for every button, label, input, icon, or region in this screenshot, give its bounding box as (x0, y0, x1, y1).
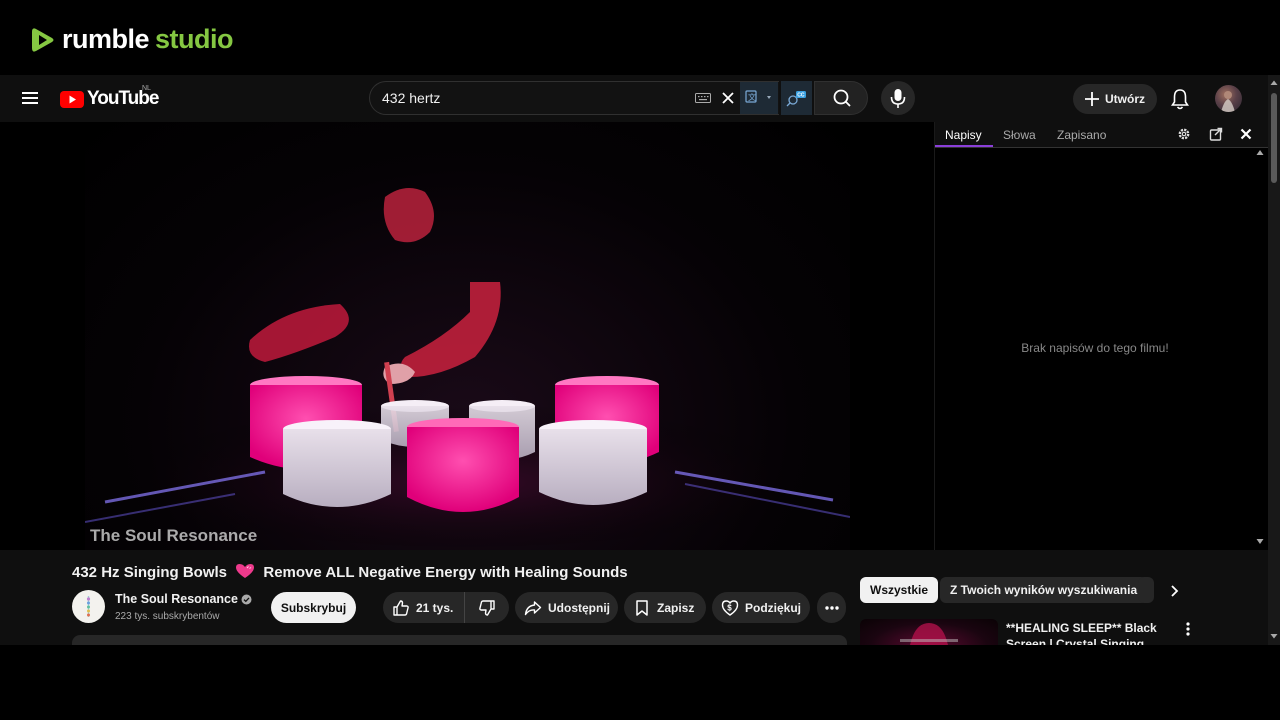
microphone-icon (890, 89, 906, 108)
captions-search-icon: CC (786, 91, 806, 107)
tab-slowa[interactable]: Słowa (1003, 128, 1036, 142)
recommendation-thumbnail[interactable] (860, 619, 998, 645)
scroll-thumb[interactable] (1271, 93, 1277, 183)
captions-panel: Napisy Słowa Zapisano Brak napisów do te… (934, 122, 1269, 550)
rumble-studio-logo[interactable]: rumble studio (30, 24, 234, 55)
plus-icon (1085, 92, 1099, 106)
captions-extension-button[interactable]: CC (781, 81, 812, 115)
pink-heart-icon (236, 564, 255, 578)
clear-search-icon[interactable] (720, 90, 736, 106)
like-button[interactable]: 21 tys. (383, 592, 465, 623)
export-icon[interactable] (1209, 127, 1223, 141)
subscribe-button[interactable]: Subskrybuj (271, 592, 356, 623)
svg-text:CC: CC (797, 93, 805, 99)
verified-badge-icon (241, 594, 252, 605)
bottom-letterbox (0, 645, 1280, 720)
channel-name[interactable]: The Soul Resonance (115, 592, 238, 606)
search-icon (833, 89, 851, 107)
save-label: Zapisz (657, 600, 695, 615)
channel-logo (72, 590, 105, 623)
more-vertical-icon[interactable] (1182, 621, 1194, 637)
video-title: 432 Hz Singing Bowls Remove ALL Negative… (72, 563, 628, 581)
search-input[interactable] (382, 90, 682, 106)
video-player[interactable]: The Soul Resonance (0, 122, 933, 550)
region-code: NL (142, 85, 151, 92)
subscriber-count: 223 tys. subskrybentów (115, 611, 220, 622)
rumble-word: rumble (62, 24, 150, 54)
heart-dollar-icon: $ (721, 599, 739, 616)
avatar-image (1221, 91, 1235, 112)
like-count: 21 tys. (416, 600, 454, 615)
create-label: Utwórz (1105, 92, 1145, 106)
notifications-bell-icon[interactable] (1170, 88, 1190, 110)
rumble-studio-bar: rumble studio (0, 0, 1280, 75)
video-watermark: The Soul Resonance (90, 526, 258, 545)
chip-from-your-search[interactable]: Z Twoich wyników wyszukiwania (940, 577, 1148, 603)
video-title-part1: 432 Hz Singing Bowls (72, 564, 228, 581)
more-horizontal-icon (824, 605, 839, 610)
thumbs-down-icon (478, 599, 495, 616)
tab-napisy[interactable]: Napisy (945, 128, 982, 142)
search-box: 文 (369, 81, 779, 115)
more-actions-button[interactable] (817, 592, 846, 623)
panel-scrollbar[interactable] (1254, 148, 1266, 546)
video-title-part2: Remove ALL Negative Energy with Healing … (263, 564, 628, 581)
chevron-right-icon[interactable] (1166, 583, 1182, 599)
keyboard-icon[interactable] (695, 93, 711, 103)
like-dislike-group: 21 tys. (383, 592, 509, 623)
scroll-down-arrow-icon[interactable] (1268, 630, 1280, 642)
captions-panel-tabs: Napisy Słowa Zapisano (935, 122, 1269, 148)
share-label: Udostępnij (548, 600, 610, 615)
search-button[interactable] (814, 81, 868, 115)
studio-word: studio (155, 24, 234, 54)
chip-next-partial[interactable] (1138, 577, 1154, 603)
video-frame (84, 122, 851, 550)
singing-bowls-scene (84, 188, 851, 547)
rumble-play-icon (32, 27, 54, 52)
user-avatar[interactable] (1215, 85, 1242, 112)
save-button[interactable]: Zapisz (624, 592, 706, 623)
thanks-button[interactable]: $ Podziękuj (712, 592, 810, 623)
translate-icon: 文 (745, 90, 771, 103)
share-arrow-icon (524, 600, 542, 615)
youtube-logo[interactable]: YouTube NL (60, 85, 159, 110)
close-panel-icon[interactable] (1239, 127, 1253, 141)
settings-gear-icon[interactable] (1177, 127, 1191, 141)
voice-search-button[interactable] (881, 81, 915, 115)
tab-zapisano[interactable]: Zapisano (1057, 128, 1106, 142)
chip-all[interactable]: Wszystkie (860, 577, 939, 603)
translate-extension-button[interactable]: 文 (740, 82, 778, 114)
youtube-play-icon (60, 90, 84, 108)
svg-text:$: $ (727, 603, 732, 612)
share-button[interactable]: Udostępnij (515, 592, 618, 623)
description-box[interactable] (72, 635, 847, 645)
active-tab-indicator (935, 145, 993, 147)
scroll-up-arrow-icon[interactable] (1268, 77, 1280, 89)
hamburger-menu-icon[interactable] (20, 88, 40, 108)
bookmark-icon (636, 599, 648, 616)
create-button[interactable]: Utwórz (1073, 84, 1157, 114)
svg-text:文: 文 (748, 92, 756, 102)
thumbnail-image (900, 623, 958, 645)
channel-avatar[interactable] (72, 590, 105, 623)
recommendation-title[interactable]: **HEALING SLEEP** Black Screen | Crystal… (1006, 620, 1176, 645)
watch-metadata: 432 Hz Singing Bowls Remove ALL Negative… (0, 550, 1268, 645)
page-scrollbar[interactable] (1268, 75, 1280, 645)
thumbs-up-icon (393, 599, 409, 616)
dislike-button[interactable] (465, 592, 508, 623)
no-captions-message: Brak napisów do tego filmu! (1021, 341, 1169, 355)
thanks-label: Podziękuj (745, 600, 802, 615)
